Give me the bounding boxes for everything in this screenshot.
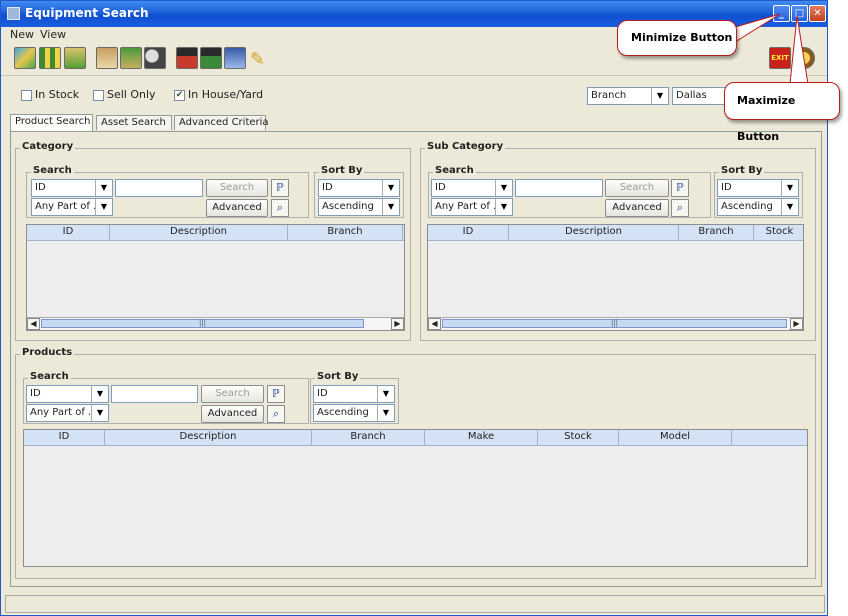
maximize-callout-pointer (789, 15, 809, 85)
minimize-button-callout: Minimize Button (617, 20, 737, 56)
maximize-button-callout: Maximize Button (724, 82, 840, 143)
callout-pointers (724, 13, 809, 85)
